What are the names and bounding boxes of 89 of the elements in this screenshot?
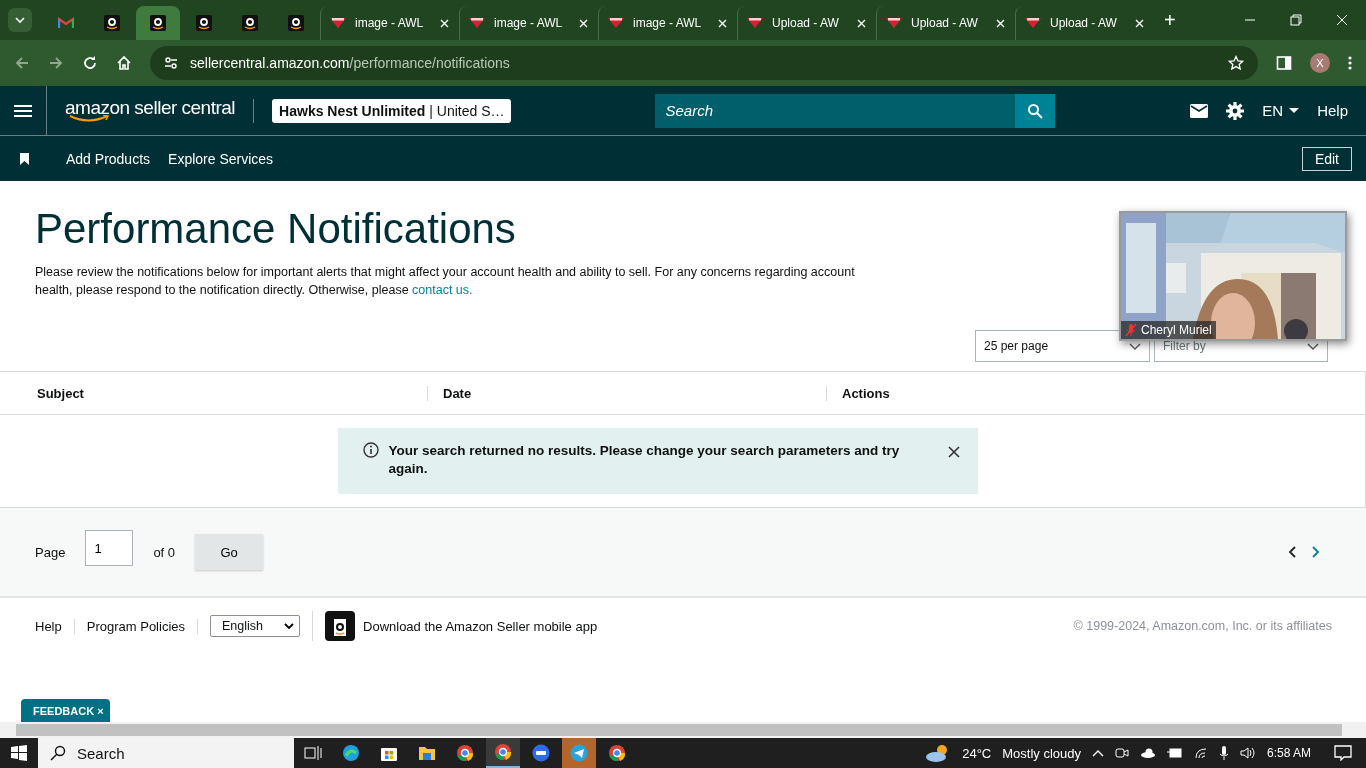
url-text: sellercentral.amazon.com/performance/notifications (190, 55, 510, 71)
chevron-up-icon[interactable] (1091, 749, 1104, 757)
tab-title: Upload - AW (1050, 16, 1118, 30)
browser-tab[interactable] (136, 6, 180, 40)
microphone-icon[interactable] (1218, 746, 1229, 760)
edit-button[interactable]: Edit (1301, 146, 1352, 171)
chevron-down-icon (1307, 342, 1319, 350)
alert-message: Your search returned no results. Please change your search parameters and try again. (388, 442, 901, 478)
battery-icon[interactable] (1166, 748, 1183, 758)
app-download-link[interactable]: Download the Amazon Seller mobile app (363, 618, 598, 634)
tab-list-button[interactable] (8, 8, 32, 32)
home-icon[interactable] (116, 55, 132, 71)
help-link[interactable]: Help (1317, 102, 1348, 119)
folder-icon[interactable] (418, 745, 436, 761)
language-menu[interactable]: EN (1262, 102, 1300, 119)
weather-text: Mostly cloudy (1002, 745, 1081, 761)
column-header: Subject (36, 385, 85, 401)
next-page-icon[interactable] (1312, 546, 1320, 558)
caret-icon (284, 623, 294, 629)
page-number-field[interactable]: 1 (85, 530, 134, 566)
forward-arrow-icon[interactable] (48, 55, 64, 71)
close-icon[interactable] (947, 446, 960, 458)
caret-icon (1289, 107, 1300, 114)
mail-icon (58, 17, 74, 29)
mail-icon[interactable] (1190, 103, 1209, 118)
star-icon[interactable] (1228, 55, 1244, 71)
tab-title: image - AWL (494, 16, 564, 30)
column-header: Actions (826, 385, 1232, 401)
nav-link[interactable]: Add Products (66, 150, 151, 167)
tab-title: Upload - AW (911, 16, 979, 30)
feedback-tab[interactable]: FEEDBACK × (21, 699, 110, 722)
shopping-smile-icon (150, 15, 166, 31)
shopping-smile-icon (196, 15, 212, 31)
temperature-text: 24°C (962, 745, 992, 761)
caret-icon (15, 16, 25, 24)
windows-start-icon[interactable] (11, 745, 27, 761)
site-settings-icon (164, 56, 178, 70)
back-arrow-icon[interactable] (14, 55, 30, 71)
paper-plane-icon[interactable] (562, 738, 596, 768)
notification-icon[interactable] (1334, 745, 1352, 761)
tab-title: Upload - AW (772, 16, 840, 30)
profile-avatar[interactable]: X (1310, 53, 1330, 73)
footer-link[interactable]: Program Policies (86, 618, 198, 634)
clock-text: 6:58 AM (1266, 746, 1311, 760)
more-options-icon[interactable] (1348, 55, 1352, 71)
logo[interactable]: amazon seller central (65, 98, 236, 123)
footer-link[interactable]: Help (35, 618, 75, 634)
shopping-smile-icon (104, 15, 120, 31)
page-title: Performance Notifications (35, 205, 517, 253)
task-view-icon[interactable] (304, 745, 322, 761)
page-count: of 0 (153, 544, 176, 560)
horizontal-scrollbar[interactable] (0, 722, 1366, 738)
close-feedback-button[interactable]: × (97, 705, 104, 717)
new-tab-button[interactable]: + (1164, 9, 1176, 32)
address-field[interactable]: sellercentral.amazon.com/performance/notifications (150, 46, 1258, 80)
settings-icon[interactable] (1226, 101, 1245, 120)
copyright-text: © 1999-2024, Amazon.com, Inc. or its affiliates (1073, 619, 1332, 633)
search-icon (1027, 102, 1044, 119)
bookmark-icon[interactable] (20, 152, 29, 165)
tab-title: image - AWL (633, 16, 703, 30)
account-switcher[interactable]: Hawks Nest Unlimited | United S… (272, 98, 512, 123)
tab-title: image - AWL (355, 16, 425, 30)
restore-icon[interactable] (1290, 14, 1302, 26)
menu-icon (14, 103, 32, 118)
page-label: Page (35, 544, 66, 560)
info-icon (362, 442, 379, 458)
reload-icon[interactable] (82, 55, 98, 71)
contact-link[interactable]: contact us. (412, 283, 473, 297)
intro-text: Please review the notifications below for important alerts that might affect your account health and ability to sell. For any concerns regarding account health, please respond to the notification directly. Otherwise, please contact us. (35, 264, 856, 299)
chevron-down-icon (1129, 342, 1141, 350)
shopping-tag-icon (312, 611, 355, 641)
browser-icon[interactable] (342, 744, 360, 762)
speaker-icon[interactable] (1239, 746, 1256, 760)
cloud-icon[interactable] (1139, 748, 1156, 758)
go-button[interactable]: Go (195, 534, 264, 570)
side-panel-icon[interactable] (1276, 55, 1292, 71)
previous-page-icon[interactable] (1288, 546, 1296, 558)
shopping-smile-icon (242, 15, 258, 31)
column-header: Date (427, 385, 826, 401)
nav-link[interactable]: Explore Services (168, 150, 274, 167)
search-icon (50, 745, 66, 761)
language-dropdown[interactable]: English (210, 615, 300, 637)
search-field[interactable]: Search (655, 93, 1016, 128)
wifi-icon[interactable] (1193, 747, 1208, 759)
camera-icon[interactable] (1114, 747, 1129, 759)
taskbar-search-field[interactable]: Search (38, 738, 294, 768)
search-button[interactable] (1015, 93, 1056, 128)
chrome-icon[interactable] (486, 738, 520, 768)
shopping-smile-icon (288, 15, 304, 31)
